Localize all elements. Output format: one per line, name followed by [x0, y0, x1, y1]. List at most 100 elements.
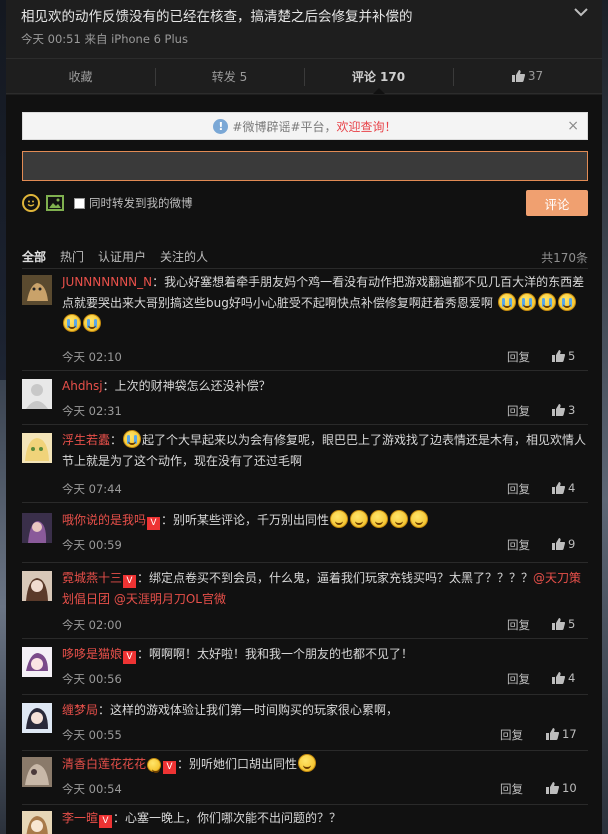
- comment-item: JUNNNNNNN_N：我心好塞想着牵手朋友妈个鸡一看没有动作把游戏翻遍都不见几…: [22, 275, 588, 371]
- comment-username[interactable]: Ahdhsj: [62, 379, 103, 393]
- chevron-down-icon[interactable]: [572, 3, 590, 21]
- comment-time: 今天 02:10: [62, 350, 122, 364]
- reply-button[interactable]: 回复: [507, 403, 530, 419]
- vip-badge-icon: V: [163, 761, 177, 774]
- emoji-icon[interactable]: [22, 194, 40, 212]
- comment-text: 浮生若蠹： 起了个大早起来以为会有修复呢，眼巴巴上了游戏找了边表情还是木有，相见欢…: [62, 430, 590, 472]
- reply-button[interactable]: 回复: [507, 617, 530, 633]
- comment-username[interactable]: 哆哆是猫娘: [62, 647, 122, 661]
- filter-following[interactable]: 关注的人: [160, 248, 208, 265]
- like-button[interactable]: 4: [552, 481, 575, 495]
- comment-body: ：这样的游戏体验让我们第一时间购买的玩家很心累啊，: [98, 703, 399, 717]
- comment-time: 今天 00:55: [62, 728, 122, 742]
- comment-text: 哆哆是猫娘 V ：啊啊啊！太好啦！我和我一个朋友的也都不见了！: [62, 644, 590, 665]
- comment-item: 李一暄 V ：心塞一晚上，你们哪次能不出问题的？？: [22, 811, 588, 834]
- comment-item: 哆哆是猫娘 V ：啊啊啊！太好啦！我和我一个朋友的也都不见了！ 今天 00:56 回…: [22, 647, 588, 695]
- avatar[interactable]: [22, 275, 52, 305]
- like-button[interactable]: 10: [546, 781, 577, 795]
- avatar[interactable]: [22, 513, 52, 543]
- reply-button[interactable]: 回复: [507, 537, 530, 553]
- thumbs-up-icon: [552, 482, 565, 494]
- comment-text: 清香白莲花花花 V ：别听她们口胡出同性: [62, 754, 590, 775]
- reply-button[interactable]: 回复: [500, 727, 523, 743]
- comment-username[interactable]: JUNNNNNNN_N: [62, 275, 152, 289]
- comment-body: ：别听某些评论，千万别出同性: [161, 513, 330, 527]
- smile-emoji-icon: [147, 758, 162, 773]
- smile-emoji-icon: [410, 510, 429, 528]
- like-count: 4: [568, 671, 576, 685]
- comment-text: 缠梦局：这样的游戏体验让我们第一时间购买的玩家很心累啊，: [62, 700, 590, 721]
- tab-favorite[interactable]: 收藏: [6, 59, 155, 93]
- smile-emoji-icon: [390, 510, 409, 528]
- comment-body: ：别听她们口胡出同性: [177, 757, 298, 771]
- comment-item: 哦你说的是我吗 V ：别听某些评论，千万别出同性 今天 00:59 回复 9: [22, 510, 590, 563]
- like-count: 17: [562, 727, 577, 741]
- comment-text: 哦你说的是我吗 V ：别听某些评论，千万别出同性: [62, 510, 590, 531]
- reply-button[interactable]: 回复: [507, 481, 530, 497]
- like-count: 10: [562, 781, 577, 795]
- reply-button[interactable]: 回复: [507, 671, 530, 687]
- notice-text: #微博辟谣#平台，: [232, 119, 337, 134]
- weibo-post-card: 相见欢的动作反馈没有的已经在核查，搞清楚之后会修复并补偿的 今天 00:51 来…: [6, 0, 602, 834]
- comment-username[interactable]: 霓城燕十三: [62, 571, 122, 585]
- smile-emoji-icon: [350, 510, 369, 528]
- comment-body: ：: [110, 433, 123, 447]
- like-button[interactable]: 5: [552, 617, 575, 631]
- crying-emoji-icon: [497, 293, 516, 311]
- smile-emoji-icon: [298, 754, 317, 772]
- reply-button[interactable]: 回复: [507, 349, 530, 365]
- comment-body: ：绑定点卷买不到会员，什么鬼，逼着我们玩家充钱买吗？太黑了？？？？: [137, 571, 534, 585]
- forward-checkbox[interactable]: [74, 197, 85, 209]
- like-button[interactable]: 17: [546, 727, 577, 741]
- rumor-notice: ! #微博辟谣#平台， 欢迎查询！ ×: [22, 112, 588, 140]
- tab-like[interactable]: 37: [453, 59, 602, 93]
- avatar[interactable]: [22, 757, 52, 787]
- avatar[interactable]: [22, 433, 52, 463]
- comment-text: 李一暄 V ：心塞一晚上，你们哪次能不出问题的？？: [62, 808, 590, 829]
- avatar[interactable]: [22, 379, 52, 409]
- smile-emoji-icon: [330, 510, 349, 528]
- comment-item: 缠梦局：这样的游戏体验让我们第一时间购买的玩家很心累啊， 今天 00:55 回复…: [22, 703, 588, 751]
- like-count: 3: [568, 403, 576, 417]
- comment-time: 今天 00:56: [62, 672, 122, 686]
- vip-badge-icon: V: [147, 517, 161, 530]
- filter-verified[interactable]: 认证用户: [98, 248, 146, 265]
- comment-username[interactable]: 哦你说的是我吗: [62, 513, 146, 527]
- composer-toolbar: 同时转发到我的微博 评论: [22, 190, 588, 216]
- avatar[interactable]: [22, 571, 52, 601]
- tab-comment[interactable]: 评论 170: [304, 59, 453, 94]
- like-button[interactable]: 9: [552, 537, 575, 551]
- thumbs-up-icon: [552, 538, 565, 550]
- avatar[interactable]: [22, 811, 52, 834]
- like-button[interactable]: 5: [552, 349, 575, 363]
- crying-emoji-icon: [83, 314, 101, 332]
- comment-item: 霓城燕十三 V ：绑定点卷买不到会员，什么鬼，逼着我们玩家充钱买吗？太黑了？？？？ @…: [22, 571, 588, 639]
- like-button[interactable]: 3: [552, 403, 575, 417]
- image-icon[interactable]: [46, 195, 64, 211]
- comment-username[interactable]: 李一暄: [62, 811, 98, 825]
- thumbs-up-icon: [552, 672, 565, 684]
- comment-filters: 全部 热门 认证用户 关注的人 共170条: [22, 245, 588, 269]
- thumbs-up-icon: [546, 782, 559, 794]
- comment-username[interactable]: 浮生若蠹: [62, 433, 110, 447]
- comment-time: 今天 00:54: [62, 782, 122, 796]
- like-button[interactable]: 4: [552, 671, 575, 685]
- like-count: 4: [568, 481, 576, 495]
- close-icon[interactable]: ×: [567, 118, 579, 134]
- comment-input[interactable]: [22, 151, 588, 181]
- tab-repost[interactable]: 转发 5: [155, 59, 304, 93]
- filter-all[interactable]: 全部: [22, 248, 46, 265]
- comment-username[interactable]: 清香白莲花花花: [62, 757, 146, 771]
- filter-hot[interactable]: 热门: [60, 248, 84, 265]
- submit-comment-button[interactable]: 评论: [526, 190, 588, 216]
- reply-button[interactable]: 回复: [500, 781, 523, 797]
- avatar[interactable]: [22, 703, 52, 733]
- comment-time: 今天 07:44: [62, 482, 122, 496]
- notice-link[interactable]: 欢迎查询！: [337, 118, 397, 135]
- thumbs-up-icon: [546, 728, 559, 740]
- comment-panel: ! #微博辟谣#平台， 欢迎查询！ × 同时转发到我的微博 评论 全部 热门 认…: [6, 95, 602, 834]
- comment-item: 浮生若蠹： 起了个大早起来以为会有修复呢，眼巴巴上了游戏找了边表情还是木有，相见欢…: [22, 430, 590, 503]
- comment-username[interactable]: 缠梦局: [62, 703, 98, 717]
- avatar[interactable]: [22, 647, 52, 677]
- mention-link[interactable]: @天涯明月刀OL官微: [114, 592, 226, 606]
